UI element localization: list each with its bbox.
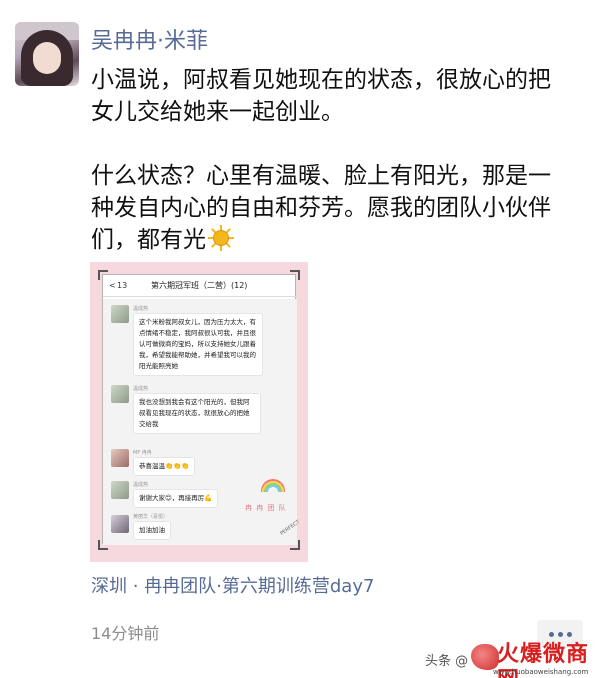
rainbow-icon [261, 479, 285, 492]
flame-logo-icon [471, 644, 499, 670]
unread-badge: 13 [117, 281, 128, 290]
post-paragraph-2-text: 什么状态？心里有温暖、脸上有阳光，那是一种发自内心的自由和芬芳。愿我的团队小伙伴… [91, 163, 551, 253]
avatar [111, 515, 129, 533]
avatar [111, 385, 129, 403]
post-text: 小温说，阿叔看见她现在的状态，很放心的把女儿交给她来一起创业。 什么状态？心里有… [91, 64, 571, 256]
post-timestamp: 14分钟前 [91, 624, 160, 643]
watermark-prefix: 头条 @ [425, 654, 469, 669]
message-bubble: 这个米粉我阿叔女儿，因为压力太大，有点情绪不稳定，我阿叔很认可我，并且很认可做微… [133, 313, 263, 376]
message-sender: MF 冉冉 [133, 450, 152, 456]
message-bubble: 谢谢大家😊，再接再厉💪 [133, 489, 219, 508]
post-image[interactable]: < 13 第六期冠军班（二营）(12) 温成燕 这个米粉我阿叔女儿，因为压力太大… [90, 262, 308, 562]
watermark-url: www.huobaoweishang.com [493, 668, 589, 676]
author-avatar[interactable] [15, 22, 79, 86]
author-name[interactable]: 吴冉冉·米菲 [91, 26, 208, 58]
post-paragraph-2: 什么状态？心里有温暖、脸上有阳光，那是一种发自内心的自由和芬芳。愿我的团队小伙伴… [91, 160, 571, 256]
sun-icon [208, 225, 234, 251]
site-watermark: 头条 @ 火爆微商网 www.huobaoweishang.com [425, 640, 595, 678]
message-sender: 温成燕 [133, 306, 149, 312]
message-bubble: 我也没想到我会有这个阳光的，但我阿叔看见我现在的状态，就很放心的把她交给我 [133, 393, 261, 434]
avatar [111, 481, 129, 499]
message-bubble: 恭喜温温👏👏👏 [133, 457, 196, 476]
chat-body: 温成燕 这个米粉我阿叔女儿，因为压力太大，有点情绪不稳定，我阿叔很认可我，并且很… [103, 299, 297, 545]
avatar-face [33, 42, 61, 74]
team-watermark: 冉 冉 团 队 [245, 504, 287, 512]
dot-icon [558, 632, 563, 637]
message-sender: 温成燕 [133, 482, 149, 488]
post-location[interactable]: 深圳 · 冉冉团队·第六期训练营day7 [91, 574, 374, 600]
back-icon: < [109, 281, 116, 290]
avatar [111, 305, 129, 323]
post-paragraph-1: 小温说，阿叔看见她现在的状态，很放心的把女儿交给她来一起创业。 [91, 67, 551, 125]
message-bubble: 加油加油 [133, 521, 171, 540]
message-sender: 黄丽华（喜悦） [133, 514, 169, 520]
chat-screenshot: < 13 第六期冠军班（二营）(12) 温成燕 这个米粉我阿叔女儿，因为压力太大… [102, 274, 301, 545]
avatar [111, 449, 129, 467]
dot-icon [549, 632, 554, 637]
message-sender: 温成燕 [133, 386, 149, 392]
dot-icon [567, 632, 572, 637]
chat-title: 第六期冠军班（二营）(12) [151, 281, 248, 290]
chat-header: < 13 第六期冠军班（二营）(12) [103, 275, 297, 297]
